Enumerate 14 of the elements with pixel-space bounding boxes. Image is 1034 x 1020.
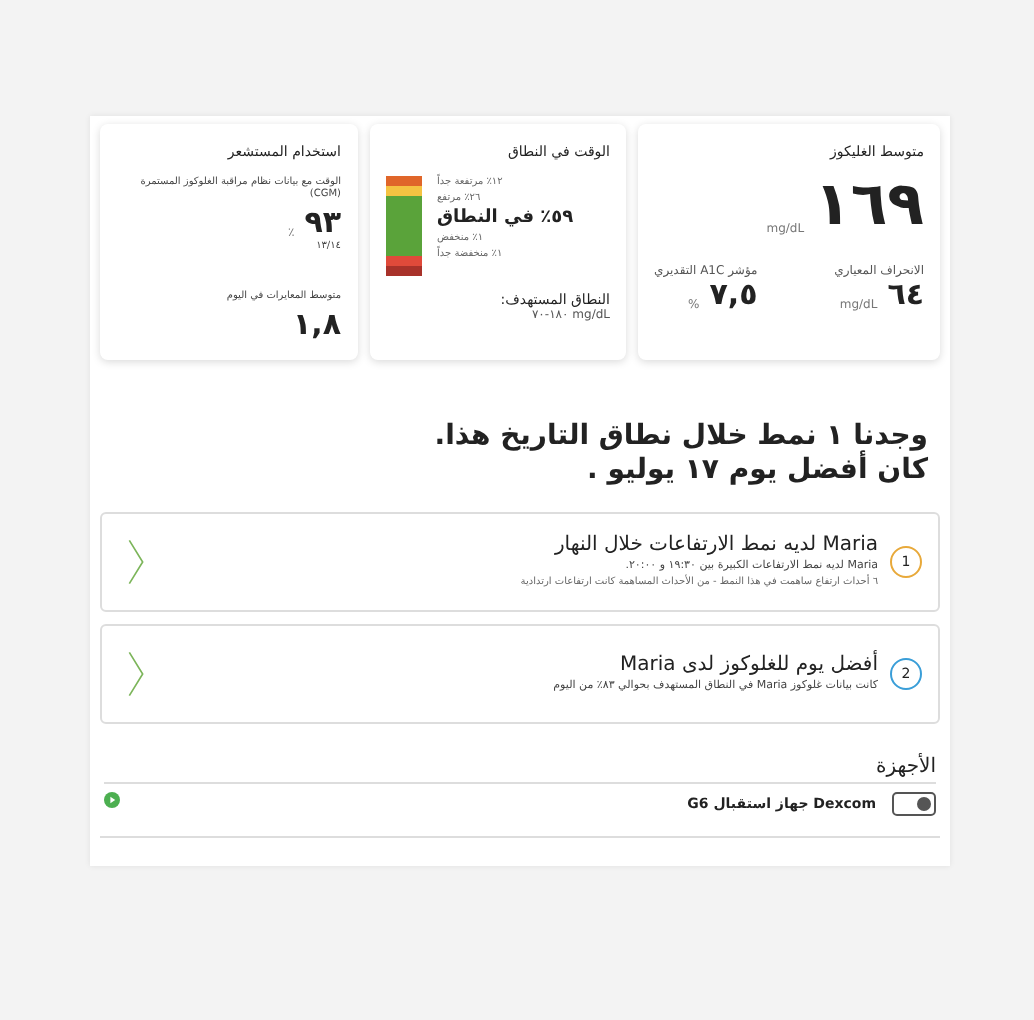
heading-line: وجدنا ١ نمط خلال نطاق التاريخ هذا. <box>432 420 928 452</box>
range-label: ٥٩٪ في النطاق <box>437 208 574 228</box>
calibration-value: ١,٨ <box>290 307 341 340</box>
insight-title: أفضل يوم للغلوكوز لدى Maria <box>618 654 878 677</box>
play-icon[interactable] <box>104 791 120 808</box>
device-icon <box>892 791 936 816</box>
average-value: ١٦٩ <box>814 176 924 236</box>
stat-value: ٦٤ <box>887 278 924 311</box>
stat-value: ٧,٥ <box>709 278 758 311</box>
sensor-value: ٩٣ <box>304 206 341 239</box>
section-title: الأجهزة <box>104 755 936 784</box>
insight-title: Maria لديه نمط الارتفاعات خلال النهار <box>552 534 878 557</box>
heading-line: كان أفضل يوم ١٧ يوليو . <box>587 453 928 488</box>
range-bar <box>385 176 421 276</box>
